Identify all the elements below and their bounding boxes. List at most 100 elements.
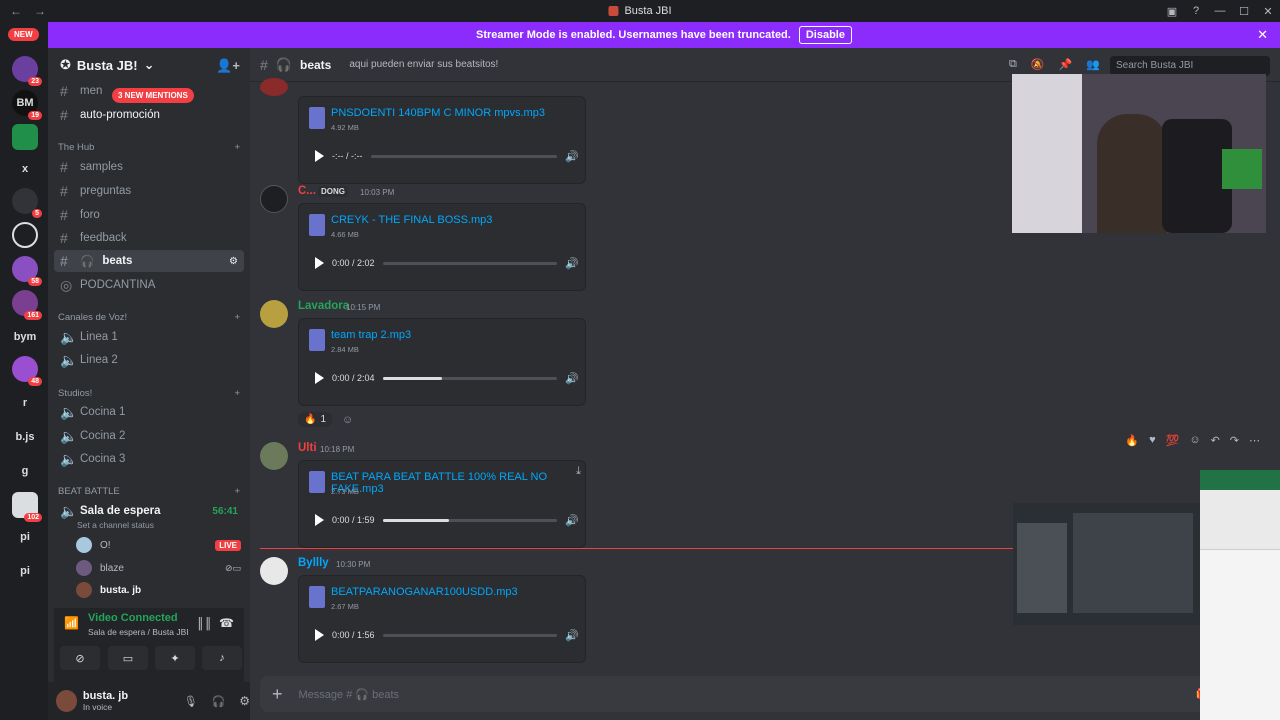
reply-icon[interactable]: ↶ bbox=[1211, 434, 1220, 447]
back-icon[interactable]: ← bbox=[10, 4, 22, 18]
avatar[interactable] bbox=[260, 78, 288, 96]
voice-channel-item[interactable]: 🔈 Linea 1 bbox=[54, 326, 244, 348]
forum-item[interactable]: # feedback bbox=[54, 227, 244, 249]
disconnect-icon[interactable]: ☎ bbox=[219, 616, 234, 630]
server-icon[interactable]: x bbox=[12, 156, 38, 182]
channel-item[interactable]: # auto-promoción bbox=[54, 104, 244, 126]
server-icon[interactable]: 48 bbox=[12, 356, 42, 386]
volume-icon[interactable]: 🔊 bbox=[565, 372, 579, 385]
noise-icon[interactable]: ║║ bbox=[196, 618, 212, 630]
channel-item[interactable]: # preguntas bbox=[54, 180, 244, 202]
maximize-button[interactable]: ☐ bbox=[1232, 5, 1256, 18]
voice-channel-item[interactable]: 🔈 Cocina 3 bbox=[54, 448, 244, 470]
search-input[interactable]: Search Busta JBI bbox=[1110, 56, 1270, 76]
fire-icon[interactable]: 🔥 bbox=[1125, 434, 1139, 447]
add-reaction-icon[interactable]: ☺ bbox=[1189, 434, 1200, 447]
add-channel-icon[interactable]: + bbox=[234, 388, 240, 399]
camera-button[interactable]: ⊘ bbox=[60, 646, 100, 670]
server-icon[interactable]: 102 bbox=[12, 492, 42, 522]
new-mentions-pill[interactable]: 3 NEW MENTIONS bbox=[112, 88, 194, 103]
server-icon[interactable]: r bbox=[12, 390, 38, 416]
category-hub[interactable]: The Hub + bbox=[58, 142, 240, 153]
voice-channel-item[interactable]: 🔈 Cocina 1 bbox=[54, 401, 244, 423]
invite-icon[interactable]: 👤+ bbox=[216, 58, 240, 74]
server-icon[interactable]: b.js bbox=[12, 424, 38, 450]
play-icon[interactable] bbox=[315, 372, 324, 384]
avatar[interactable] bbox=[260, 442, 288, 470]
avatar[interactable] bbox=[260, 557, 288, 585]
category-voice[interactable]: Canales de Voz! + bbox=[58, 312, 240, 323]
soundboard-button[interactable]: ♪ bbox=[202, 646, 242, 670]
member-list-icon[interactable]: 👥 bbox=[1086, 58, 1100, 71]
add-reaction-icon[interactable]: ☺ bbox=[342, 414, 353, 426]
volume-icon[interactable]: 🔊 bbox=[565, 150, 579, 163]
seek-bar[interactable] bbox=[382, 633, 558, 637]
server-icon[interactable] bbox=[12, 124, 38, 150]
avatar[interactable] bbox=[260, 300, 288, 328]
disable-streamer-mode-button[interactable]: Disable bbox=[798, 26, 852, 44]
category-studios[interactable]: Studios! + bbox=[58, 388, 240, 399]
volume-icon[interactable]: 🔊 bbox=[565, 629, 579, 642]
more-icon[interactable]: ⋯ bbox=[1249, 434, 1260, 447]
seek-bar[interactable] bbox=[382, 518, 558, 522]
category-battle[interactable]: BEAT BATTLE + bbox=[58, 486, 240, 497]
minimize-button[interactable]: — bbox=[1208, 5, 1232, 17]
voice-user[interactable]: busta. jb bbox=[76, 580, 241, 600]
server-header[interactable]: ✪ Busta JB! ⌄ 👤+ bbox=[48, 48, 250, 82]
close-icon[interactable]: ✕ bbox=[1257, 27, 1268, 43]
signal-icon[interactable]: 📶 bbox=[64, 616, 79, 630]
stage-item[interactable]: ◎ PODCANTINA bbox=[54, 274, 244, 296]
gear-icon[interactable]: ⚙ bbox=[239, 694, 250, 708]
seek-bar[interactable] bbox=[382, 261, 558, 265]
settings-icon[interactable]: ⚙ bbox=[229, 256, 238, 267]
channel-status[interactable]: Set a channel status bbox=[77, 520, 154, 530]
server-icon[interactable]: g bbox=[12, 458, 38, 484]
seek-bar[interactable] bbox=[382, 376, 558, 380]
help-icon[interactable]: ? bbox=[1184, 5, 1208, 17]
play-icon[interactable] bbox=[315, 514, 324, 526]
voice-channel-item[interactable]: 🔈 Cocina 2 bbox=[54, 425, 244, 447]
headphones-icon[interactable]: 🎧 bbox=[212, 695, 226, 708]
voice-user[interactable]: O! LIVE bbox=[76, 535, 241, 555]
inbox-icon[interactable]: ▣ bbox=[1160, 5, 1184, 18]
server-icon[interactable]: BM 19 bbox=[12, 90, 42, 120]
forward-icon[interactable]: → bbox=[34, 4, 46, 18]
pin-icon[interactable]: 📌 bbox=[1059, 58, 1073, 71]
voice-channel-active[interactable]: 🔈 Sala de espera 56:41 bbox=[54, 500, 244, 522]
play-icon[interactable] bbox=[315, 257, 324, 269]
server-icon[interactable]: pi bbox=[12, 558, 38, 584]
threads-icon[interactable]: ⧉ bbox=[1009, 58, 1017, 71]
seek-bar[interactable] bbox=[370, 154, 558, 158]
screen-share-button[interactable]: ▭ bbox=[108, 646, 148, 670]
server-icon[interactable]: pi bbox=[12, 524, 38, 550]
server-icon[interactable]: 161 bbox=[12, 290, 42, 320]
avatar[interactable] bbox=[260, 185, 288, 213]
heart-icon[interactable]: ♥ bbox=[1149, 434, 1156, 447]
reaction[interactable]: 🔥 1 bbox=[298, 412, 333, 427]
download-icon[interactable]: ⤓ bbox=[576, 465, 581, 478]
play-icon[interactable] bbox=[315, 629, 324, 641]
server-icon[interactable] bbox=[12, 222, 38, 248]
server-icon[interactable]: bym bbox=[12, 324, 38, 350]
voice-user[interactable]: blaze ⊘▭ bbox=[76, 558, 241, 578]
microphone-icon[interactable]: 🎙 bbox=[184, 695, 198, 708]
attach-plus-icon[interactable]: + bbox=[272, 684, 283, 705]
server-icon[interactable]: 5 bbox=[12, 188, 42, 218]
add-channel-icon[interactable]: + bbox=[234, 142, 240, 153]
close-window-button[interactable]: ✕ bbox=[1256, 5, 1280, 18]
channel-item[interactable]: # samples bbox=[54, 156, 244, 178]
channel-item-beats[interactable]: # 🎧 beats ⚙ bbox=[54, 250, 244, 272]
server-icon[interactable]: 58 bbox=[12, 256, 42, 286]
notification-icon[interactable]: 🔕 bbox=[1031, 58, 1045, 71]
message-input[interactable]: Message # 🎧 beats bbox=[299, 688, 400, 701]
volume-icon[interactable]: 🔊 bbox=[565, 257, 579, 270]
forum-item[interactable]: # foro bbox=[54, 204, 244, 226]
play-icon[interactable] bbox=[315, 150, 324, 162]
volume-icon[interactable]: 🔊 bbox=[565, 514, 579, 527]
add-channel-icon[interactable]: + bbox=[234, 486, 240, 497]
add-channel-icon[interactable]: + bbox=[234, 312, 240, 323]
voice-channel-item[interactable]: 🔈 Linea 2 bbox=[54, 349, 244, 371]
avatar[interactable] bbox=[56, 690, 77, 712]
activity-button[interactable]: ✦ bbox=[155, 646, 195, 670]
forward-icon[interactable]: ↷ bbox=[1230, 434, 1239, 447]
